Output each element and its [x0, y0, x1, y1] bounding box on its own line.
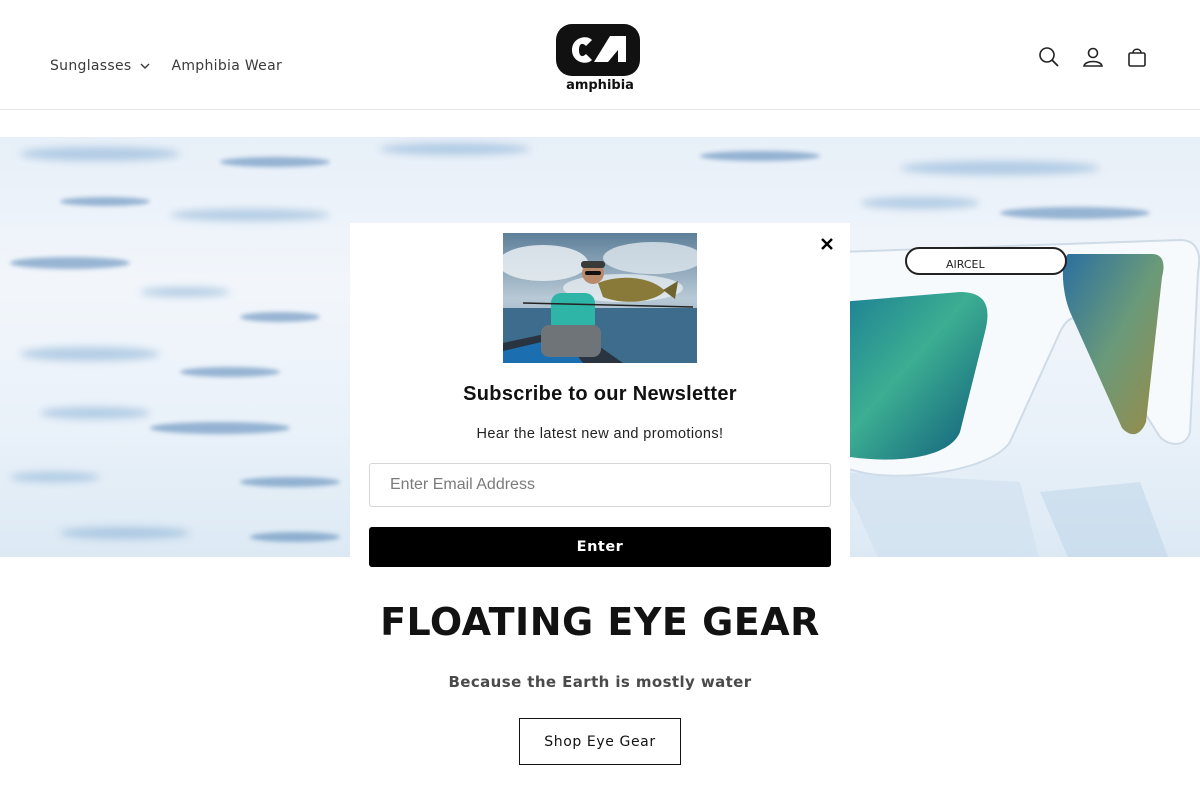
water-ripple: [170, 209, 330, 221]
water-ripple: [240, 477, 340, 487]
nav-item-label: Amphibia Wear: [171, 58, 283, 74]
logo-wordmark: amphibia: [566, 78, 634, 92]
water-ripple: [240, 312, 320, 322]
enter-button[interactable]: Enter: [369, 527, 831, 567]
sunglasses-image: AIRCEL: [840, 238, 1200, 557]
water-ripple: [20, 347, 160, 361]
hero-tagline: Because the Earth is mostly water: [448, 673, 752, 691]
logo-mark: amphibia: [556, 24, 640, 93]
cart-button[interactable]: [1120, 40, 1154, 74]
water-ripple: [60, 197, 150, 206]
account-button[interactable]: [1076, 40, 1110, 74]
email-field[interactable]: [369, 463, 831, 507]
hero-headline: FLOATING EYE GEAR: [380, 600, 820, 644]
water-ripple: [250, 532, 340, 542]
nav-item-amphibia-wear[interactable]: Amphibia Wear: [171, 58, 282, 74]
shop-eye-gear-button[interactable]: Shop Eye Gear: [519, 718, 681, 765]
water-ripple: [20, 147, 180, 161]
water-ripple: [220, 157, 330, 167]
water-ripple: [140, 287, 230, 297]
modal-subtitle: Hear the latest new and promotions!: [476, 426, 724, 442]
search-button[interactable]: [1032, 40, 1066, 74]
water-ripple: [180, 367, 280, 377]
water-ripple: [10, 472, 100, 482]
close-icon: [821, 238, 833, 250]
water-ripple: [900, 161, 1100, 175]
water-ripple: [150, 422, 290, 434]
water-ripple: [1000, 207, 1150, 219]
fisherman-photo: [503, 233, 697, 363]
modal-title: Subscribe to our Newsletter: [463, 383, 737, 405]
water-ripple: [700, 151, 820, 161]
close-button[interactable]: [816, 233, 838, 255]
header-icons: [1022, 40, 1154, 74]
water-ripple: [380, 143, 530, 155]
water-ripple: [860, 197, 980, 209]
newsletter-modal: Subscribe to our Newsletter Hear the lat…: [350, 223, 850, 567]
nav-item-label: Sunglasses: [50, 58, 132, 74]
main-nav: Sunglasses Amphibia Wear: [50, 58, 282, 74]
chevron-down-icon: [140, 63, 150, 69]
account-icon: [1083, 47, 1103, 67]
nav-item-sunglasses[interactable]: Sunglasses: [50, 58, 151, 74]
fisherman-with-fish-image: [503, 233, 697, 363]
amphibia-logo[interactable]: amphibia: [552, 22, 648, 93]
search-icon: [1039, 47, 1059, 67]
cart-icon: [1128, 48, 1146, 67]
water-ripple: [60, 527, 190, 539]
water-ripple: [40, 407, 150, 419]
water-ripple: [10, 257, 130, 269]
site-header: Sunglasses Amphibia Wear amphibia: [0, 0, 1200, 110]
aircel-label: AIRCEL: [946, 258, 985, 271]
